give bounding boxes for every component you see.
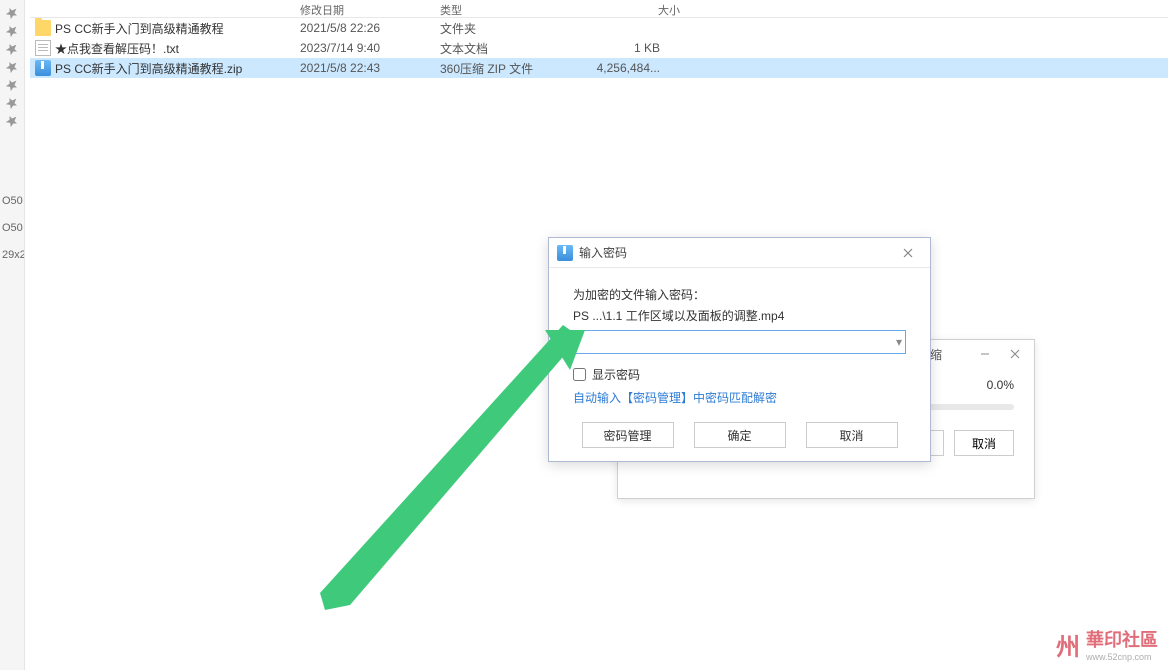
- password-input[interactable]: [573, 330, 906, 354]
- file-list: PS CC新手入门到高级精通教程 2021/5/8 22:26 文件夹 ★点我查…: [30, 18, 1168, 78]
- close-button[interactable]: [894, 242, 922, 264]
- show-password-checkbox-row[interactable]: 显示密码: [573, 366, 906, 383]
- close-button[interactable]: [1002, 344, 1028, 364]
- file-date: 2023/7/14 9:40: [300, 41, 440, 55]
- folder-icon: [35, 20, 51, 36]
- pin-icon: [2, 21, 22, 41]
- pin-icon: [2, 39, 22, 59]
- watermark-text: 華印社區: [1086, 626, 1158, 652]
- file-row[interactable]: PS CC新手入门到高级精通教程.zip 2021/5/8 22:43 360压…: [30, 58, 1168, 78]
- file-type: 文件夹: [440, 20, 580, 37]
- ok-button[interactable]: 确定: [694, 422, 786, 448]
- sidebar-label: O50: [2, 222, 24, 234]
- arrow-annotation: [315, 325, 585, 615]
- file-date: 2021/5/8 22:26: [300, 21, 440, 35]
- file-date: 2021/5/8 22:43: [300, 61, 440, 75]
- dialog-prompt: 为加密的文件输入密码：: [573, 286, 906, 303]
- show-password-label: 显示密码: [592, 366, 640, 383]
- file-type: 360压缩 ZIP 文件: [440, 60, 580, 77]
- cancel-button[interactable]: 取消: [954, 430, 1014, 456]
- file-name: PS CC新手入门到高级精通教程.zip: [55, 60, 242, 77]
- dialog-titlebar[interactable]: 输入密码: [549, 238, 930, 268]
- col-header-type[interactable]: 类型: [440, 0, 580, 17]
- pin-icon: [2, 75, 22, 95]
- pin-icon: [2, 111, 22, 131]
- dialog-filepath: PS ...\1.1 工作区域以及面板的调整.mp4: [573, 307, 906, 324]
- close-icon: [903, 248, 913, 258]
- dialog-title: 输入密码: [579, 244, 627, 261]
- col-header-size[interactable]: 大小: [580, 0, 680, 17]
- file-list-headers: 修改日期 类型 大小: [30, 0, 1168, 18]
- file-size: 4,256,484...: [580, 61, 680, 75]
- zip-icon: [557, 245, 573, 261]
- password-manage-button[interactable]: 密码管理: [582, 422, 674, 448]
- col-header-date[interactable]: 修改日期: [300, 0, 440, 17]
- col-header-name[interactable]: [30, 0, 300, 17]
- pin-icon: [2, 57, 22, 77]
- zip-icon: [35, 60, 51, 76]
- document-icon: [35, 40, 51, 56]
- file-name: PS CC新手入门到高级精通教程: [55, 20, 224, 37]
- quick-access-sidebar: O50 O50 29x2: [0, 0, 25, 670]
- cancel-button[interactable]: 取消: [806, 422, 898, 448]
- watermark-url: www.52cnp.com: [1086, 652, 1158, 662]
- minimize-button[interactable]: [972, 344, 998, 364]
- pin-icon: [2, 3, 22, 23]
- password-dialog: 输入密码 为加密的文件输入密码： PS ...\1.1 工作区域以及面板的调整.…: [548, 237, 931, 462]
- watermark-logo-icon: 州: [1056, 627, 1080, 662]
- file-size: 1 KB: [580, 41, 680, 55]
- dropdown-arrow-icon[interactable]: ▾: [896, 335, 902, 349]
- auto-input-link[interactable]: 自动输入【密码管理】中密码匹配解密: [573, 389, 777, 406]
- sidebar-label: O50: [2, 195, 24, 207]
- show-password-checkbox[interactable]: [573, 368, 586, 381]
- file-name: ★点我查看解压码！.txt: [55, 40, 179, 57]
- watermark: 州 華印社區 www.52cnp.com: [1056, 626, 1158, 662]
- pin-icon: [2, 93, 22, 113]
- sidebar-label: 29x2: [2, 249, 24, 261]
- file-row[interactable]: ★点我查看解压码！.txt 2023/7/14 9:40 文本文档 1 KB: [30, 38, 1168, 58]
- file-type: 文本文档: [440, 40, 580, 57]
- file-row[interactable]: PS CC新手入门到高级精通教程 2021/5/8 22:26 文件夹: [30, 18, 1168, 38]
